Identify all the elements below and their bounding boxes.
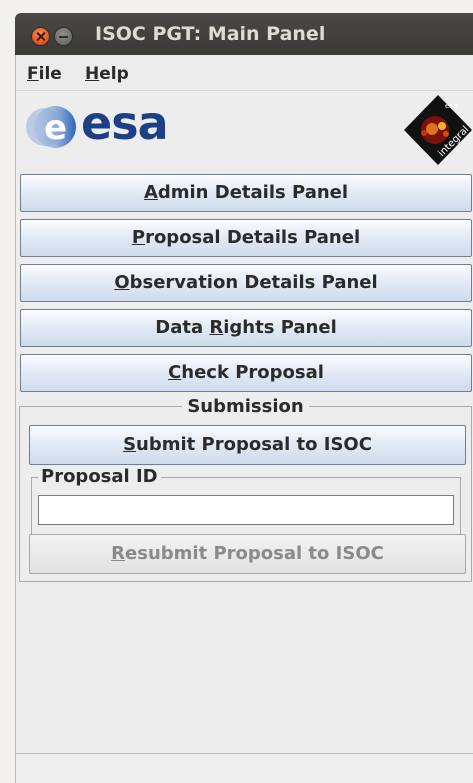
title-bar: ISOC PGT: Main Panel <box>15 13 473 55</box>
check-proposal-button[interactable]: Check Proposal <box>20 354 472 392</box>
observation-details-panel-button[interactable]: Observation Details Panel <box>20 264 472 302</box>
integral-mission-icon: integral esa <box>404 95 472 165</box>
menu-bar: File Help <box>16 55 473 91</box>
svg-text:e: e <box>44 108 67 148</box>
main-window: File Help e esa integral esa Admin Detai… <box>15 55 473 783</box>
proposal-id-label: Proposal ID <box>38 466 161 487</box>
data-rights-panel-button[interactable]: Data Rights Panel <box>20 309 472 347</box>
proposal-id-field[interactable] <box>38 495 454 525</box>
resubmit-proposal-button: Resubmit Proposal to ISOC <box>29 534 466 574</box>
close-button[interactable] <box>31 27 50 46</box>
submit-proposal-button[interactable]: Submit Proposal to ISOC <box>29 425 466 465</box>
minimize-button[interactable] <box>54 27 73 46</box>
svg-text:esa: esa <box>445 102 457 110</box>
menu-help[interactable]: Help <box>85 64 129 84</box>
submission-group: Submission Submit Proposal to ISOC Propo… <box>19 396 472 582</box>
esa-wordmark: esa <box>81 96 169 150</box>
esa-logo-icon: e <box>26 106 76 148</box>
proposal-details-panel-button[interactable]: Proposal Details Panel <box>20 219 472 257</box>
logo-bar: e esa integral esa <box>16 91 473 169</box>
window-title: ISOC PGT: Main Panel <box>95 23 326 45</box>
menu-file[interactable]: File <box>27 64 62 84</box>
status-bar <box>16 754 473 783</box>
proposal-id-group: Proposal ID <box>31 466 461 535</box>
admin-details-panel-button[interactable]: Admin Details Panel <box>20 174 472 212</box>
submission-title: Submission <box>20 396 471 417</box>
